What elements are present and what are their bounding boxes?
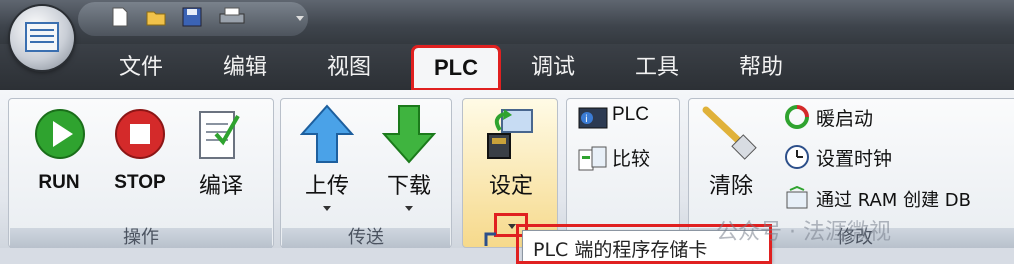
save-icon[interactable] (182, 7, 202, 27)
download-button[interactable]: 下载 (378, 168, 440, 200)
download-arrow-icon (382, 105, 436, 164)
stop-icon (115, 109, 165, 159)
upload-dropdown-icon[interactable] (323, 206, 331, 211)
group-operation-label: 操作 (10, 228, 272, 248)
plc-logo-icon (25, 22, 59, 52)
compile-button[interactable]: 编译 (188, 168, 254, 200)
settings-button[interactable]: 设定 (480, 168, 542, 200)
tab-file[interactable]: 文件 (104, 48, 178, 88)
tab-help[interactable]: 帮助 (724, 48, 798, 88)
clock-icon (785, 145, 809, 169)
new-file-icon[interactable] (110, 7, 130, 27)
tab-tools[interactable]: 工具 (620, 48, 694, 88)
print-icon[interactable] (218, 7, 246, 27)
upload-button[interactable]: 上传 (296, 168, 358, 200)
compare-item[interactable]: 比较 (612, 144, 650, 171)
memory-card-icon (487, 109, 533, 159)
stop-button[interactable]: STOP (104, 172, 176, 194)
open-folder-icon[interactable] (146, 7, 166, 27)
run-icon (35, 109, 85, 159)
application-button[interactable] (10, 6, 74, 70)
tab-view[interactable]: 视图 (312, 48, 386, 88)
set-clock-item[interactable]: 设置时钟 (816, 144, 892, 171)
watermark-text: 公众号 · 法涯微视 (716, 220, 891, 245)
tab-plc[interactable]: PLC (411, 45, 501, 91)
plc-info-item[interactable]: PLC (612, 104, 649, 126)
qat-dropdown-icon[interactable] (296, 16, 304, 21)
clear-button[interactable]: 清除 (700, 168, 762, 200)
tab-edit[interactable]: 编辑 (208, 48, 282, 88)
ram-db-icon (786, 186, 808, 209)
plc-info-icon: i (578, 107, 608, 129)
compile-icon (199, 111, 240, 159)
svg-text:i: i (585, 114, 588, 125)
run-button[interactable]: RUN (26, 172, 92, 194)
compare-icon (578, 146, 607, 171)
eraser-brush-icon (702, 106, 757, 160)
warm-restart-item[interactable]: 暖启动 (816, 104, 873, 131)
tooltip-arrow-icon (484, 232, 496, 246)
tab-debug[interactable]: 调试 (516, 48, 590, 88)
upload-arrow-icon (300, 104, 354, 163)
create-db-from-ram-item[interactable]: 通过 RAM 创建 DB (816, 186, 971, 212)
download-dropdown-icon[interactable] (405, 206, 413, 211)
warm-restart-icon (785, 105, 809, 129)
group-transfer-label: 传送 (282, 228, 450, 248)
